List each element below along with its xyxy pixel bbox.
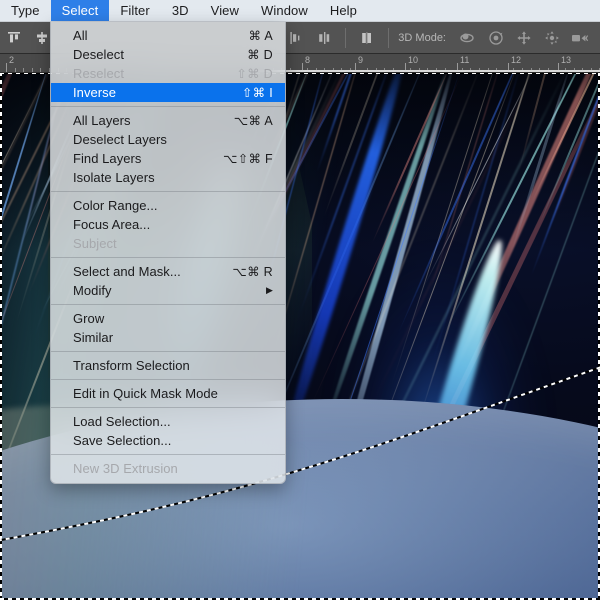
roll-3d-icon[interactable] [483,26,509,50]
menu-item-label: Save Selection... [73,433,172,448]
menu-item-label: All Layers [73,113,131,128]
menu-separator [51,304,285,305]
menu-separator [51,351,285,352]
menu-item-label: Reselect [73,66,124,81]
menu-item-similar[interactable]: Similar [51,328,285,347]
menu-item-select-and-mask[interactable]: Select and Mask... ⌥⌘ R [51,262,285,281]
menu-item-save-selection[interactable]: Save Selection... [51,431,285,450]
submenu-arrow-icon: ▶ [266,285,273,295]
menu-item-label: Modify [73,283,112,298]
menu-separator [51,106,285,107]
menu-item-inverse[interactable]: Inverse ⇧⌘ I [51,83,285,102]
menu-separator [51,191,285,192]
distribute-horizontal-centers-icon[interactable] [311,26,337,50]
menu-item-label: Similar [73,330,114,345]
menu-item-label: Inverse [73,85,116,100]
menu-item-shortcut: ⌥⇧⌘ F [223,152,273,166]
menu-item-label: All [73,28,88,43]
menu-separator [51,454,285,455]
menubar-item-3d[interactable]: 3D [161,0,200,21]
menu-item-shortcut: ⌘ A [248,29,273,43]
menu-item-label: Subject [73,236,117,251]
3d-mode-label: 3D Mode: [398,31,446,44]
camera-3d-icon[interactable] [567,26,593,50]
orbit-3d-icon[interactable] [455,26,481,50]
menu-item-color-range[interactable]: Color Range... [51,196,285,215]
menu-item-shortcut: ⇧⌘ D [236,67,273,81]
ruler-minor-tick [32,68,33,72]
menu-bar: Type Select Filter 3D View Window Help [0,0,600,22]
menu-item-label: Edit in Quick Mask Mode [73,386,218,401]
align-tools-group [0,26,56,50]
toolbar-separator [345,27,347,48]
menu-item-label: Isolate Layers [73,170,155,185]
menu-item-shortcut: ⌥⌘ A [233,114,273,128]
ruler-minor-tick [15,68,16,72]
ruler-major-tick [6,63,7,72]
menu-item-label: Deselect [73,47,124,62]
menu-item-shortcut: ⌘ D [247,48,273,62]
menu-separator [51,257,285,258]
menu-item-label: Select and Mask... [73,264,181,279]
ruler-number: 2 [9,55,15,65]
menu-item-label: Find Layers [73,151,142,166]
menu-item-shortcut: ⌥⌘ R [232,265,273,279]
menubar-item-view[interactable]: View [200,0,250,21]
menu-separator [51,379,285,380]
distribute-tools-group: 3D Mode: [282,26,594,50]
distribute-left-edges-icon[interactable] [283,26,309,50]
ruler-minor-tick [23,68,24,72]
menu-item-label: Transform Selection [73,358,190,373]
menu-item-label: Color Range... [73,198,158,213]
ruler-number: 8 [305,55,311,65]
menu-item-deselect-layers[interactable]: Deselect Layers [51,130,285,149]
menu-item-isolate-layers[interactable]: Isolate Layers [51,168,285,187]
select-menu-dropdown[interactable]: All ⌘ A Deselect ⌘ D Reselect ⇧⌘ D Inverse ⇧⌘ I… [50,22,286,484]
menu-item-load-selection[interactable]: Load Selection... [51,412,285,431]
distribute-vertical-icon[interactable] [354,26,380,50]
menu-separator [51,407,285,408]
pan-3d-icon[interactable] [511,26,537,50]
ruler-number: 11 [460,55,470,65]
ruler-number: 10 [408,55,419,65]
menu-item-reselect: Reselect ⇧⌘ D [51,64,285,83]
menu-item-all[interactable]: All ⌘ A [51,26,285,45]
menu-item-label: Deselect Layers [73,132,167,147]
menu-item-transform-selection[interactable]: Transform Selection [51,356,285,375]
menu-item-label: Focus Area... [73,217,151,232]
menu-item-grow[interactable]: Grow [51,309,285,328]
ruler-minor-tick [40,68,41,72]
menu-item-label: Grow [73,311,105,326]
ruler-number: 12 [511,55,522,65]
menu-item-deselect[interactable]: Deselect ⌘ D [51,45,285,64]
menubar-item-type[interactable]: Type [0,0,51,21]
toolbar-separator-2 [388,27,390,48]
slide-3d-icon[interactable] [539,26,565,50]
menu-item-focus-area[interactable]: Focus Area... [51,215,285,234]
menu-item-all-layers[interactable]: All Layers ⌥⌘ A [51,111,285,130]
menu-item-label: New 3D Extrusion [73,461,178,476]
photoshop-window: 2 8 9 10 11 12 13 3D Mode: Type Select F… [0,0,600,600]
menu-item-find-layers[interactable]: Find Layers ⌥⇧⌘ F [51,149,285,168]
menubar-item-help[interactable]: Help [319,0,368,21]
menu-item-edit-in-quick-mask-mode[interactable]: Edit in Quick Mask Mode [51,384,285,403]
ruler-number: 9 [358,55,364,65]
menubar-item-window[interactable]: Window [250,0,319,21]
ruler-number: 13 [561,55,572,65]
menu-item-shortcut: ⇧⌘ I [241,86,273,100]
menu-item-subject: Subject [51,234,285,253]
menubar-item-filter[interactable]: Filter [109,0,161,21]
align-top-edges-icon[interactable] [1,26,27,50]
menu-item-label: Load Selection... [73,414,171,429]
menu-item-new-3d-extrusion: New 3D Extrusion [51,459,285,478]
menu-item-modify[interactable]: Modify ▶ [51,281,285,300]
menubar-item-select[interactable]: Select [50,0,110,21]
